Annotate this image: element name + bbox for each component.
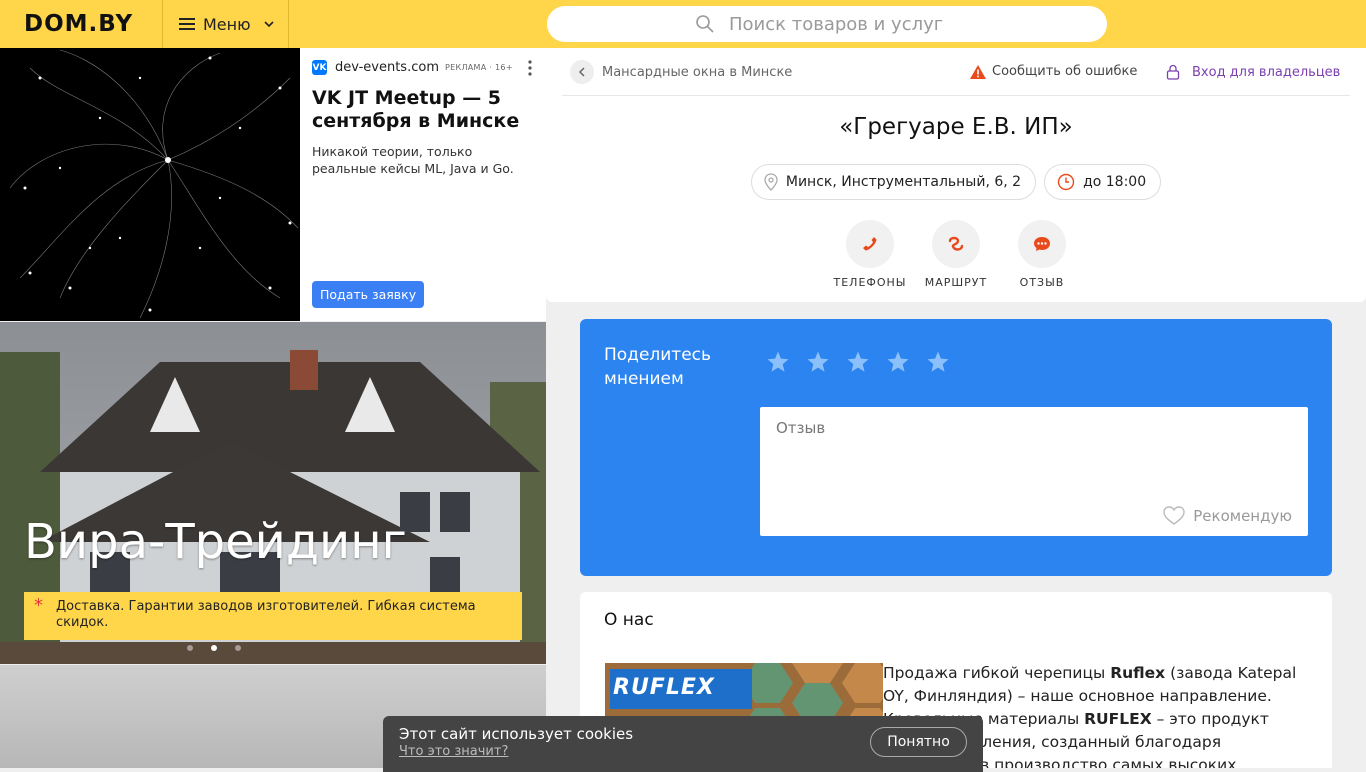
banner-title[interactable]: Вира-Трейдинг xyxy=(24,514,407,570)
report-error-link[interactable]: Сообщить об ошибке xyxy=(970,64,1137,79)
search-bar[interactable] xyxy=(547,6,1107,42)
clock-icon xyxy=(1057,173,1075,191)
recommend-label: Рекомендую xyxy=(1193,507,1292,525)
heart-icon xyxy=(1163,506,1185,525)
cookie-text: Этот сайт использует cookies xyxy=(399,725,634,743)
about-title: О нас xyxy=(604,610,654,630)
owner-login-link[interactable]: Вход для владельцев xyxy=(1166,64,1340,80)
company-card: Мансардные окна в Минске Сообщить об оши… xyxy=(546,48,1366,302)
review-button-circle[interactable] xyxy=(1018,220,1066,268)
ad-body: VK dev-events.com РЕКЛАМА · 16+ VK JT Me… xyxy=(300,48,546,321)
hamburger-icon xyxy=(179,18,195,30)
phone-icon xyxy=(863,237,877,251)
owner-login-label: Вход для владельцев xyxy=(1192,64,1341,80)
banner-note-text: Доставка. Гарантии заводов изготовителей… xyxy=(56,599,476,630)
phones-label: ТЕЛЕФОНЫ xyxy=(833,276,907,289)
review-button[interactable]: ОТЗЫВ xyxy=(1010,220,1074,289)
star-icon[interactable] xyxy=(766,350,790,374)
star-icon[interactable] xyxy=(926,350,950,374)
cookie-banner: Этот сайт использует cookies Что это зна… xyxy=(383,716,983,772)
route-button[interactable]: МАРШРУТ xyxy=(924,220,988,289)
location-pin-icon xyxy=(764,173,778,191)
chevron-down-icon xyxy=(264,21,274,28)
asterisk-icon: * xyxy=(34,595,43,616)
lock-icon xyxy=(1166,64,1180,80)
rating-stars xyxy=(766,350,950,374)
company-info-chips: Минск, Инструментальный, 6, 2 до 18:00 xyxy=(546,164,1366,200)
back-button[interactable] xyxy=(570,60,594,84)
divider xyxy=(562,95,1350,96)
phones-button-circle[interactable] xyxy=(846,220,894,268)
route-label: МАРШРУТ xyxy=(924,276,988,289)
top-bar: DOM.BY Меню xyxy=(0,0,1366,48)
ad-title[interactable]: VK JT Meetup — 5 сентября в Минске xyxy=(312,87,534,133)
review-textarea[interactable]: Отзыв Рекомендую xyxy=(760,407,1308,536)
star-icon[interactable] xyxy=(806,350,830,374)
advertisement[interactable]: VK dev-events.com РЕКЛАМА · 16+ VK JT Me… xyxy=(0,48,546,321)
review-title: Поделитесь мнением xyxy=(604,345,712,389)
company-name: «Грегуаре Е.В. ИП» xyxy=(839,114,1073,140)
ad-source[interactable]: VK dev-events.com РЕКЛАМА · 16+ xyxy=(312,60,534,75)
search-input[interactable] xyxy=(729,13,959,35)
warning-icon xyxy=(970,64,986,79)
report-error-label: Сообщить об ошибке xyxy=(992,64,1138,79)
banner-note: * Доставка. Гарантии заводов изготовител… xyxy=(24,592,522,640)
chevron-left-icon xyxy=(578,67,585,77)
action-buttons: ТЕЛЕФОНЫ МАРШРУТ ОТЗЫВ xyxy=(546,220,1366,289)
ad-source-label: dev-events.com xyxy=(335,60,439,75)
breadcrumb: Мансардные окна в Минске xyxy=(570,60,792,84)
ad-text: Никакой теории, только реальные кейсы ML… xyxy=(312,144,514,176)
site-logo[interactable]: DOM.BY xyxy=(24,11,133,37)
menu-button[interactable]: Меню xyxy=(163,0,289,48)
cookie-accept-button[interactable]: Понятно xyxy=(870,727,967,757)
star-icon[interactable] xyxy=(886,350,910,374)
hours-chip[interactable]: до 18:00 xyxy=(1044,164,1162,200)
review-form: Поделитесь мнением Отзыв Рекомендую xyxy=(580,319,1332,576)
more-options-icon[interactable] xyxy=(528,60,532,76)
about-text-part: Продажа гибкой черепицы xyxy=(883,664,1111,682)
ad-mark: РЕКЛАМА · 16+ xyxy=(444,63,513,72)
address-text: Минск, Инструментальный, 6, 2 xyxy=(785,174,1022,190)
slider-dots xyxy=(187,645,241,651)
ad-cta-button[interactable]: Подать заявку xyxy=(312,281,425,308)
ruflex-logo-text: RUFLEX xyxy=(613,675,715,700)
route-icon xyxy=(948,236,964,251)
slider-dot[interactable] xyxy=(211,645,217,651)
route-button-circle[interactable] xyxy=(932,220,980,268)
breadcrumb-link[interactable]: Мансардные окна в Минске xyxy=(602,65,792,80)
cookie-info-link[interactable]: Что это значит? xyxy=(399,744,508,759)
address-chip[interactable]: Минск, Инструментальный, 6, 2 xyxy=(750,164,1037,200)
star-icon[interactable] xyxy=(846,350,870,374)
vk-logo-icon: VK xyxy=(312,60,327,75)
review-label: ОТЗЫВ xyxy=(1019,276,1065,289)
about-text-brand: Ruflex xyxy=(1110,664,1166,682)
about-text-brand: RUFLEX xyxy=(1084,710,1152,728)
search-icon xyxy=(696,15,714,33)
hours-text: до 18:00 xyxy=(1083,174,1147,190)
recommend-toggle[interactable]: Рекомендую xyxy=(1163,506,1292,526)
phones-button[interactable]: ТЕЛЕФОНЫ xyxy=(834,220,906,289)
review-placeholder: Отзыв xyxy=(776,419,826,437)
chat-icon xyxy=(1034,237,1050,251)
slider-dot[interactable] xyxy=(187,645,193,651)
ad-image[interactable] xyxy=(0,48,300,321)
menu-label: Меню xyxy=(203,14,251,34)
slider-dot[interactable] xyxy=(235,645,241,651)
